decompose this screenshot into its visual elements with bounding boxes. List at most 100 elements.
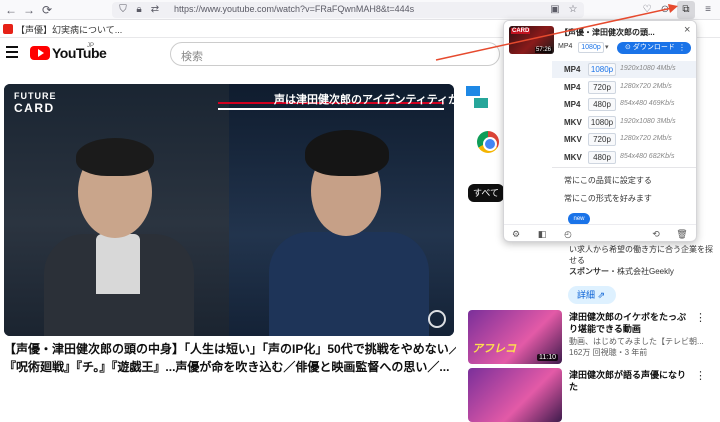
duration-badge: 11:10 <box>537 354 558 361</box>
bookmark-item[interactable]: 【声優】幻実病について... <box>16 23 122 36</box>
trash-icon[interactable]: 🗑︎ <box>676 228 688 240</box>
channel-brand: FUTURE CARD <box>14 90 57 114</box>
youtube-favicon-icon <box>3 24 13 34</box>
history-icon[interactable]: ◴ <box>562 228 574 240</box>
quality-option[interactable]: MKV 480p 854x480 682Kb/s <box>552 149 696 166</box>
quality-option[interactable]: MKV 720p 1280x720 2Mb/s <box>552 131 696 148</box>
download-button[interactable]: ⊙ ダウンロード ⋮ <box>617 42 691 54</box>
quality-info: 1280x720 2Mb/s <box>620 82 672 90</box>
quality-resolution: 480p <box>588 150 616 164</box>
related-title[interactable]: 津田健次郎のイケボをたっぷり堪能できる動画 <box>569 311 691 335</box>
extensions-button[interactable]: ⧉ <box>677 1 695 19</box>
bookmark-star-icon[interactable]: ☆ <box>566 3 580 17</box>
related-title[interactable]: 津田健次郎が語る声優になりた <box>569 369 691 393</box>
related-more-icon[interactable]: ⋮ <box>695 311 706 324</box>
quality-format: MKV <box>564 117 582 127</box>
quality-resolution: 720p <box>588 80 616 94</box>
external-link-icon: ⇗ <box>597 290 606 300</box>
search-placeholder: 検索 <box>181 51 203 63</box>
thumb-text: アフレコ <box>472 343 516 355</box>
quality-info: 854x480 682Kb/s <box>620 152 675 160</box>
caption-white-rule <box>218 108 444 110</box>
puzzle-icon: ⧉ <box>682 4 690 15</box>
youtube-wordmark[interactable]: YouTube <box>52 45 107 61</box>
quality-format: MP4 <box>564 82 581 92</box>
back-icon[interactable]: ← <box>4 3 18 17</box>
lock-icon[interactable]: 🔒︎ <box>132 3 146 17</box>
url-bar[interactable]: ⛉ 🔒︎ ⇄ https://www.youtube.com/watch?v=F… <box>112 2 584 18</box>
menu-hamburger-icon[interactable]: ≡ <box>701 3 715 17</box>
close-icon[interactable]: × <box>684 24 690 36</box>
chrome-logo-icon <box>477 131 499 153</box>
popup-thumbnail: CARD 57:26 <box>509 26 554 54</box>
refresh-icon[interactable]: ⟲ <box>650 228 662 240</box>
video-caption: 声は津田健次郎のアイデンティティか？ <box>274 94 454 106</box>
ad-details-button[interactable]: 詳細 ⇗ <box>568 286 616 304</box>
popup-header: CARD 57:26 【声優・津田健次郎の頭... × MP4 1080p ▾ … <box>504 21 696 61</box>
video-frame-left <box>4 84 229 336</box>
video-title-line1: 【声優・津田健次郎の頭の中身】「人生は短い」「声のIP化」50代で挑戦をやめない… <box>4 342 456 356</box>
search-input[interactable]: 検索 <box>170 42 500 66</box>
option-prefer-format[interactable]: 常にこの形式を好みます <box>564 193 652 204</box>
forward-icon[interactable]: → <box>22 3 36 17</box>
related-channel[interactable]: 動画、はじめてみました【テレビ朝... <box>569 336 704 347</box>
ad-description: い求人から希望の働き方に合う企業を探せる <box>569 245 713 265</box>
related-stats: 162万 回視聴・3 年前 <box>569 348 648 357</box>
picture-in-picture-icon[interactable]: ▣ <box>548 3 562 17</box>
download-label: ダウンロード <box>632 44 675 51</box>
guide-menu-icon[interactable] <box>6 46 18 58</box>
quality-format: MP4 <box>564 100 581 109</box>
related-thumbnail[interactable] <box>468 368 562 422</box>
video-title: 【声優・津田健次郎の頭の中身】「人生は短い」「声のIP化」50代で挑戦をやめない… <box>4 340 456 376</box>
quality-format: MP4 <box>564 65 581 74</box>
option-set-quality[interactable]: 常にこの品質に設定する <box>564 175 652 186</box>
popup-footer: ⚙ ◧ ◴ ⟲ 🗑︎ <box>504 224 696 241</box>
quality-resolution: 1080p <box>588 63 616 76</box>
sponsor-name: ・株式会社Geekly <box>609 267 674 276</box>
quality-info: 1920x1080 4Mb/s <box>620 65 676 72</box>
ad-sponsor: スポンサー・株式会社Geekly <box>569 266 674 277</box>
quality-resolution: 480p <box>588 98 616 111</box>
url-text: https://www.youtube.com/watch?v=FRaFQwnM… <box>174 4 415 14</box>
quality-option[interactable]: MKV 1080p 1920x1080 3Mb/s <box>552 114 696 131</box>
popup-video-title: 【声優・津田健次郎の頭... <box>560 28 655 37</box>
video-watermark-icon <box>428 310 446 328</box>
quality-info: 1280x720 2Mb/s <box>620 135 672 142</box>
quality-resolution: 1080p <box>588 115 616 129</box>
format-select[interactable]: MP4 <box>558 43 572 50</box>
quality-option[interactable]: MP4 1080p 1920x1080 4Mb/s <box>552 61 696 78</box>
resolution-select[interactable]: 1080p <box>578 42 604 53</box>
youtube-logo-icon[interactable] <box>30 46 50 60</box>
popup-divider <box>552 167 696 168</box>
popup-thumb-tag: CARD <box>511 28 531 34</box>
popup-thumb-duration: 57:26 <box>534 47 552 53</box>
related-more-icon[interactable]: ⋮ <box>695 369 706 382</box>
download-more-icon[interactable]: ⋮ <box>678 42 686 54</box>
chip-all[interactable]: すべて <box>468 184 504 202</box>
quality-info: 1920x1080 3Mb/s <box>620 117 676 125</box>
brand-line2: CARD <box>14 101 55 115</box>
settings-gear-icon[interactable]: ⚙ <box>510 228 522 240</box>
quality-option[interactable]: MP4 720p 1280x720 2Mb/s <box>552 79 696 96</box>
downloads-icon[interactable]: ⊙ <box>658 3 672 17</box>
region-code: JP <box>87 43 95 49</box>
quality-format: MKV <box>564 135 582 144</box>
related-thumbnail[interactable]: アフレコ 11:10 <box>468 310 562 364</box>
downloader-popup: CARD 57:26 【声優・津田健次郎の頭... × MP4 1080p ▾ … <box>503 20 697 242</box>
video-player[interactable]: FUTURE CARD 声は津田健次郎のアイデンティティか？ <box>4 84 454 336</box>
shield-icon[interactable]: ⛉ <box>116 3 130 17</box>
chevron-down-icon[interactable]: ▾ <box>605 43 609 51</box>
permissions-icon[interactable]: ⇄ <box>148 3 162 17</box>
quality-resolution: 720p <box>588 133 616 146</box>
video-frame-right <box>229 84 454 336</box>
pocket-icon[interactable]: ♡ <box>640 3 654 17</box>
sidebar-toggle-icon[interactable]: ◧ <box>536 228 548 240</box>
download-icon: ⊙ <box>625 44 631 51</box>
quality-info: 854x480 469Kb/s <box>620 100 675 107</box>
sponsor-label: スポンサー <box>569 267 609 276</box>
browser-toolbar: ← → ⟳ ⛉ 🔒︎ ⇄ https://www.youtube.com/wat… <box>0 0 720 20</box>
reload-icon[interactable]: ⟳ <box>40 3 54 17</box>
details-label: 詳細 <box>577 290 596 300</box>
quality-option[interactable]: MP4 480p 854x480 469Kb/s <box>552 96 696 113</box>
ad-logo-icon <box>466 86 488 108</box>
